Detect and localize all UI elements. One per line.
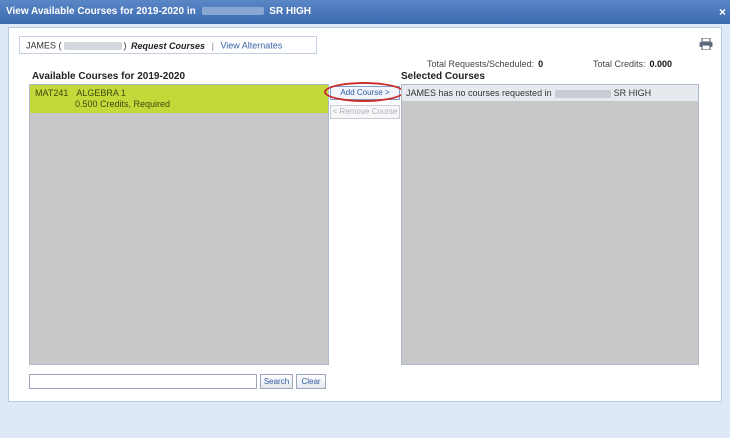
close-icon[interactable]: × — [719, 5, 726, 19]
available-courses-list[interactable]: MAT241 ALGEBRA 1 0.500 Credits, Required — [29, 84, 329, 365]
tab-request-courses[interactable]: Request Courses — [131, 41, 205, 51]
empty-message-prefix: JAMES has no courses requested in — [406, 88, 552, 98]
total-credits-value: 0.000 — [649, 59, 673, 69]
total-requests-label: Total Requests/Scheduled: — [427, 59, 535, 69]
search-button[interactable]: Search — [260, 374, 293, 389]
empty-message-suffix: SR HIGH — [613, 88, 652, 98]
redacted-student-id — [63, 41, 122, 50]
search-input[interactable] — [29, 374, 257, 389]
total-requests-value: 0 — [538, 59, 544, 69]
tab-bar: JAMES () Request Courses | View Alternat… — [19, 36, 317, 54]
list-item[interactable]: MAT241 ALGEBRA 1 0.500 Credits, Required — [30, 85, 328, 113]
remove-course-button[interactable]: < Remove Course — [330, 105, 400, 119]
window-title-suffix: SR HIGH — [269, 6, 311, 17]
selected-courses-list[interactable]: JAMES has no courses requested in SR HIGH — [401, 84, 699, 365]
student-name-prefix: JAMES ( — [26, 40, 62, 51]
total-credits: Total Credits: 0.000 — [593, 59, 672, 69]
redacted-school-name — [554, 89, 611, 98]
student-name-suffix: ) — [123, 40, 127, 51]
dialog-body: JAMES () Request Courses | View Alternat… — [8, 27, 722, 402]
selected-courses-header: Selected Courses — [401, 71, 485, 82]
course-code: MAT241 — [35, 88, 69, 98]
course-name: ALGEBRA 1 — [76, 88, 126, 98]
tab-view-alternates[interactable]: View Alternates — [220, 41, 282, 51]
window-titlebar: View Available Courses for 2019-2020 in … — [0, 0, 730, 24]
clear-button[interactable]: Clear — [296, 374, 326, 389]
window-title: View Available Courses for 2019-2020 in … — [6, 6, 311, 17]
highlight-annotation — [324, 82, 404, 102]
redacted-school-name — [201, 7, 264, 16]
empty-selection-message: JAMES has no courses requested in SR HIGH — [402, 85, 698, 101]
tab-separator: | — [211, 40, 214, 51]
total-requests: Total Requests/Scheduled: 0 — [427, 59, 543, 69]
available-courses-header: Available Courses for 2019-2020 — [32, 71, 186, 82]
total-credits-label: Total Credits: — [593, 59, 646, 69]
printer-icon[interactable] — [699, 37, 713, 51]
course-details: 0.500 Credits, Required — [75, 99, 171, 109]
window-title-prefix: View Available Courses for 2019-2020 in — [6, 6, 196, 17]
